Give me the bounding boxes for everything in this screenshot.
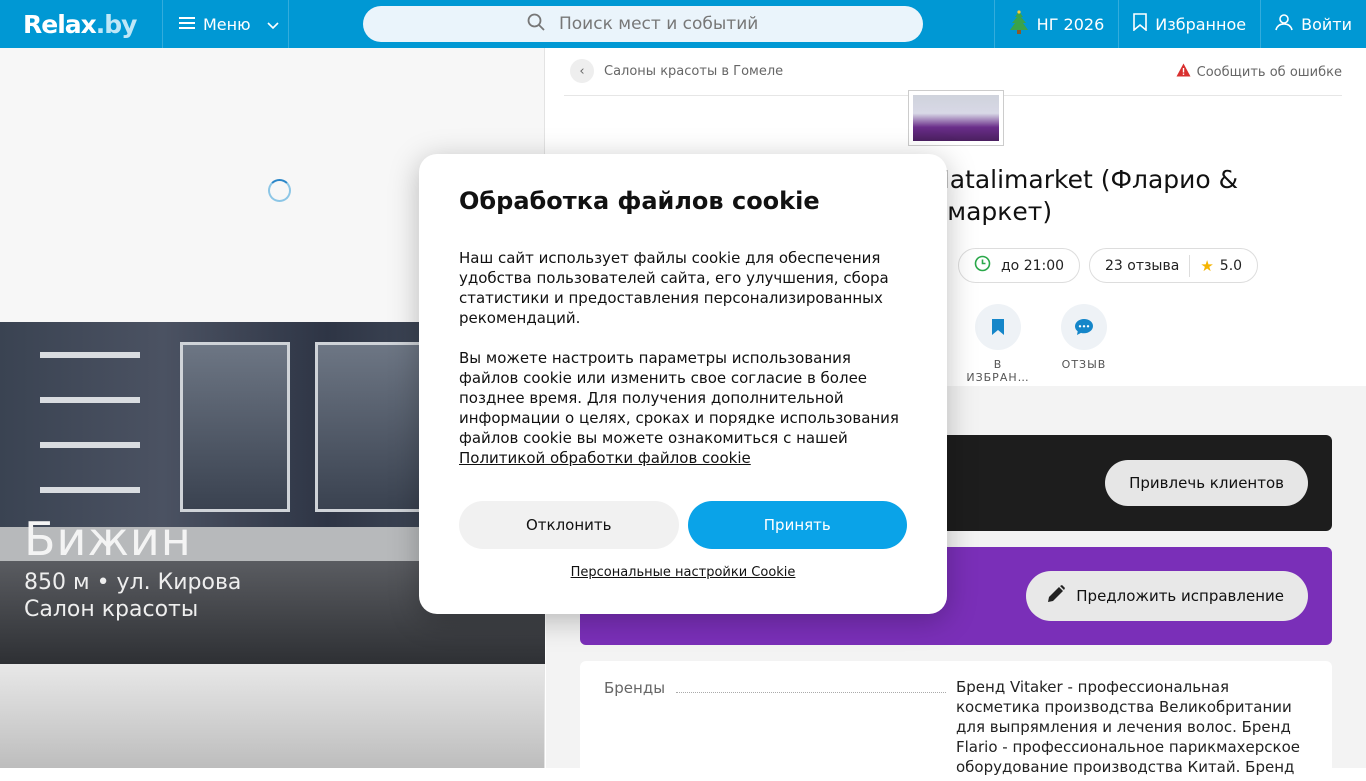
cookie-title: Обработка файлов cookie	[459, 187, 820, 215]
decline-button[interactable]: Отклонить	[459, 501, 679, 549]
cookie-paragraph-1: Наш сайт использует файлы cookie для обе…	[459, 249, 889, 327]
cookie-dialog: Обработка файлов cookie Наш сайт использ…	[419, 154, 947, 614]
modal-overlay: Обработка файлов cookie Наш сайт использ…	[0, 0, 1366, 768]
cookie-settings-link[interactable]: Персональные настройки Cookie	[459, 565, 907, 580]
cookie-policy-link[interactable]: Политикой обработки файлов cookie	[459, 449, 751, 467]
accept-button[interactable]: Принять	[687, 501, 907, 549]
cookie-buttons: Отклонить Принять	[459, 501, 907, 549]
cookie-paragraph-2: Вы можете настроить параметры использова…	[459, 348, 907, 468]
cookie-paragraph-2-text: Вы можете настроить параметры использова…	[459, 349, 899, 447]
